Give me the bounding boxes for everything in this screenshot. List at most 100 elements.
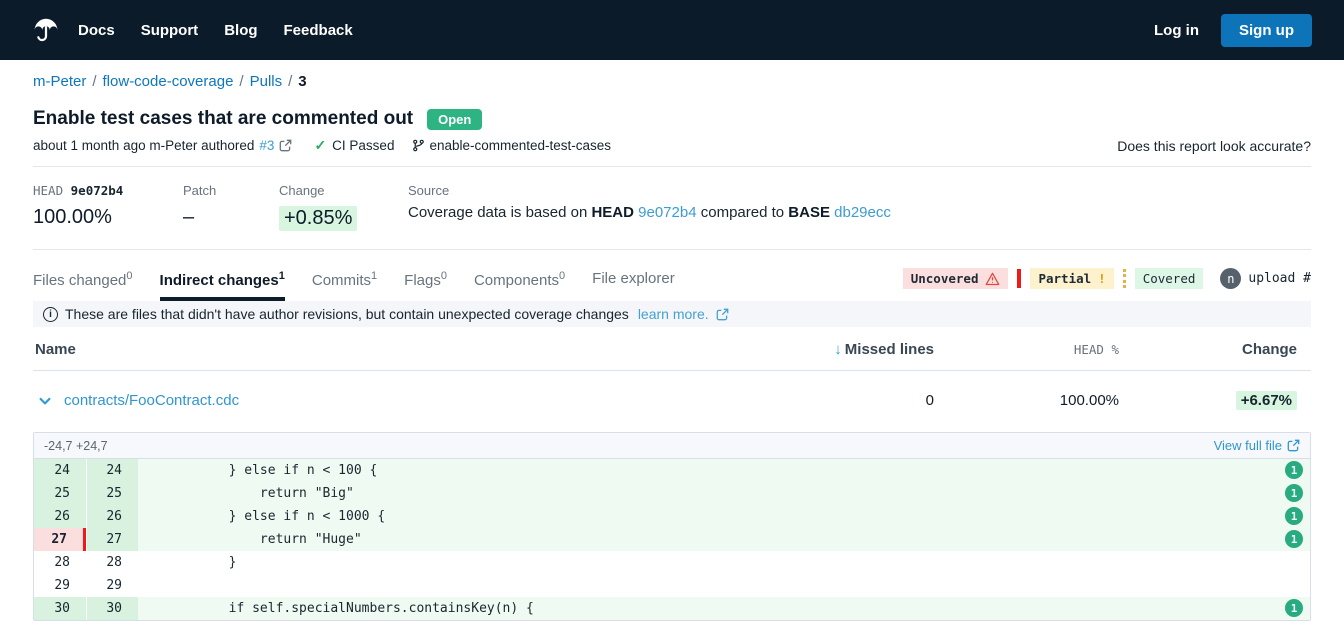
- coverage-legend: Uncovered Partial ! Covered n upload #: [903, 268, 1311, 289]
- legend-partial: Partial !: [1030, 268, 1113, 289]
- breadcrumb-separator: /: [288, 73, 292, 90]
- head-line-number: 26: [86, 505, 138, 528]
- hunk-header: -24,7 +24,7: [44, 439, 108, 453]
- uncovered-bar-swatch: [1017, 269, 1021, 288]
- ci-check-icon: ✓: [314, 137, 326, 154]
- source-head-word: HEAD: [591, 204, 634, 221]
- source-head-commit-link[interactable]: 9e072b4: [638, 204, 696, 221]
- code-text: [138, 574, 1310, 597]
- breadcrumb: m-Peter / flow-code-coverage / Pulls / 3: [33, 60, 1311, 94]
- login-link[interactable]: Log in: [1154, 22, 1199, 39]
- learn-more-link[interactable]: learn more.: [638, 306, 709, 322]
- column-header-head-percent[interactable]: HEAD %: [934, 342, 1119, 357]
- column-header-name[interactable]: Name: [33, 341, 734, 358]
- diff-line[interactable]: 2929: [34, 574, 1310, 597]
- patch-label: Patch: [183, 183, 247, 198]
- base-line-number: 25: [34, 482, 86, 505]
- head-line-number: 24: [86, 459, 138, 482]
- head-line-number: 27: [86, 528, 138, 551]
- ci-status: CI Passed: [332, 138, 394, 153]
- hit-count-badge: 1: [1285, 484, 1303, 502]
- change-value: +0.85%: [279, 206, 357, 231]
- tab-components[interactable]: Components0: [474, 262, 565, 301]
- head-commit-sha: 9e072b4: [71, 183, 124, 198]
- sort-desc-arrow-icon: ↓: [834, 341, 842, 358]
- pull-tabs: Files changed0 Indirect changes1 Commits…: [33, 262, 675, 301]
- nav-link-support[interactable]: Support: [141, 22, 199, 39]
- diff-viewer: -24,7 +24,7 View full file 2424 } else i…: [33, 432, 1311, 621]
- legend-partial-label: Partial: [1038, 271, 1091, 286]
- head-line-number: 28: [86, 551, 138, 574]
- change-label: Change: [279, 183, 376, 198]
- partial-bang-icon: !: [1098, 271, 1106, 286]
- tab-files-changed[interactable]: Files changed0: [33, 262, 133, 301]
- nav-link-docs[interactable]: Docs: [78, 22, 115, 39]
- column-header-change[interactable]: Change: [1119, 341, 1311, 358]
- breadcrumb-separator: /: [239, 73, 243, 90]
- tab-file-explorer[interactable]: File explorer: [592, 262, 675, 301]
- diff-line[interactable]: 2626 } else if n < 1000 { 1: [34, 505, 1310, 528]
- tab-flags[interactable]: Flags0: [404, 262, 447, 301]
- nav-link-feedback[interactable]: Feedback: [284, 22, 353, 39]
- legend-covered-label: Covered: [1143, 271, 1196, 286]
- tab-commits[interactable]: Commits1: [312, 262, 377, 301]
- base-line-number: 29: [34, 574, 86, 597]
- legend-uncovered-label: Uncovered: [911, 271, 979, 286]
- report-accuracy-prompt: Does this report look accurate?: [1117, 138, 1311, 154]
- base-line-number: 28: [34, 551, 86, 574]
- git-branch-icon: [412, 139, 425, 152]
- chevron-down-icon[interactable]: [38, 394, 52, 408]
- diff-line-uncovered-base[interactable]: 2727 return "Huge" 1: [34, 528, 1310, 551]
- diff-line[interactable]: 2424 } else if n < 100 { 1: [34, 459, 1310, 482]
- base-line-number-uncovered: 27: [34, 528, 86, 551]
- info-icon: i: [43, 307, 58, 322]
- source-base-commit-link[interactable]: db29ecc: [834, 204, 891, 221]
- signup-button[interactable]: Sign up: [1221, 14, 1312, 47]
- code-text: if self.specialNumbers.containsKey(n) {: [138, 597, 1310, 620]
- breadcrumb-pulls-link[interactable]: Pulls: [250, 73, 283, 90]
- branch-name: enable-commented-test-cases: [429, 138, 611, 153]
- base-line-number: 30: [34, 597, 86, 620]
- file-table-row: contracts/FooContract.cdc 0 100.00% +6.6…: [33, 371, 1311, 428]
- column-header-missed-lines[interactable]: ↓Missed lines: [734, 341, 934, 358]
- external-link-icon[interactable]: [716, 308, 729, 321]
- pull-status-badge: Open: [427, 109, 482, 130]
- code-text: } else if n < 100 {: [138, 459, 1310, 482]
- source-description: Coverage data is based on HEAD 9e072b4 c…: [408, 204, 891, 221]
- head-label: HEAD: [33, 183, 63, 198]
- indirect-changes-banner: i These are files that didn't have autho…: [33, 301, 1311, 327]
- external-link-icon[interactable]: [279, 139, 292, 152]
- banner-text: These are files that didn't have author …: [65, 306, 629, 322]
- tab-indirect-changes[interactable]: Indirect changes1: [160, 262, 285, 301]
- source-label: Source: [408, 183, 891, 198]
- legend-uncovered: Uncovered: [903, 268, 1009, 289]
- pr-number-link[interactable]: #3: [259, 138, 274, 153]
- head-line-number: 30: [86, 597, 138, 620]
- authored-text: about 1 month ago m-Peter authored: [33, 138, 254, 153]
- breadcrumb-current-pull: 3: [298, 73, 306, 90]
- file-name-link[interactable]: contracts/FooContract.cdc: [64, 392, 239, 409]
- upload-label: upload #: [1248, 271, 1311, 286]
- view-full-file-link[interactable]: View full file: [1214, 438, 1300, 453]
- head-coverage-value: 100.00%: [33, 206, 151, 229]
- breadcrumb-repo-link[interactable]: flow-code-coverage: [103, 73, 234, 90]
- files-table-header: Name ↓Missed lines HEAD % Change: [33, 327, 1311, 371]
- hit-count-badge: 1: [1285, 530, 1303, 548]
- diff-line[interactable]: 3030 if self.specialNumbers.containsKey(…: [34, 597, 1310, 620]
- breadcrumb-owner-link[interactable]: m-Peter: [33, 73, 86, 90]
- nav-links: Docs Support Blog Feedback: [78, 22, 353, 39]
- base-line-number: 24: [34, 459, 86, 482]
- coverage-stats: HEAD 9e072b4 100.00% Patch – Change +0.8…: [33, 167, 1311, 249]
- diff-line[interactable]: 2828 }: [34, 551, 1310, 574]
- diff-line[interactable]: 2525 return "Big" 1: [34, 482, 1310, 505]
- upload-count-icon: n: [1220, 268, 1241, 289]
- legend-covered: Covered: [1135, 268, 1204, 289]
- source-prefix: Coverage data is based on: [408, 204, 587, 221]
- warning-triangle-icon: [985, 272, 1000, 286]
- head-line-number: 25: [86, 482, 138, 505]
- breadcrumb-separator: /: [92, 73, 96, 90]
- nav-link-blog[interactable]: Blog: [224, 22, 257, 39]
- head-line-number: 29: [86, 574, 138, 597]
- codecov-umbrella-logo-icon[interactable]: [32, 15, 62, 45]
- patch-value: –: [183, 206, 247, 229]
